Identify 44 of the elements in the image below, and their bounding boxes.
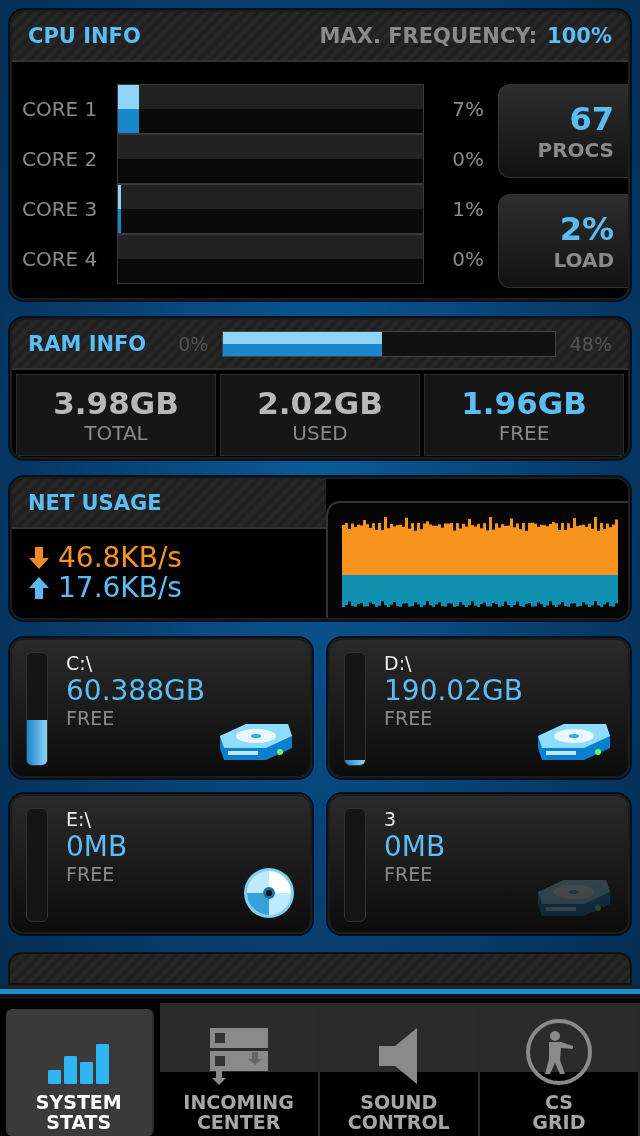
panel-title: CPU INFO bbox=[28, 24, 141, 48]
stat-label: PROCS bbox=[537, 138, 614, 162]
drive-free-label: FREE bbox=[384, 862, 434, 885]
drive-free-label: FREE bbox=[66, 706, 116, 729]
frequency-label: MAX. FREQUENCY: bbox=[319, 24, 538, 48]
upload-arrow-icon bbox=[28, 575, 50, 600]
tab[interactable]: SYSTEM STATS bbox=[6, 1009, 154, 1136]
tab[interactable]: INCOMING CENTER bbox=[159, 1003, 320, 1136]
drive-name: 3 bbox=[384, 807, 398, 830]
ram-label: FREE bbox=[498, 420, 550, 445]
core-label: CORE 3 bbox=[22, 197, 99, 221]
frequency-value: 100% bbox=[547, 24, 612, 48]
drive-name: D:\ bbox=[384, 651, 413, 674]
core-label: CORE 2 bbox=[22, 147, 99, 171]
drive-name: E:\ bbox=[66, 807, 92, 830]
drive-free-space: 0MB bbox=[66, 829, 128, 863]
core-label: CORE 1 bbox=[22, 97, 99, 121]
stat-label: LOAD bbox=[553, 248, 614, 272]
stat-value: 2% bbox=[559, 210, 614, 248]
core-percent: 0% bbox=[451, 247, 484, 271]
core-percent: 7% bbox=[451, 97, 484, 121]
server-stack-icon bbox=[207, 1026, 270, 1086]
tab[interactable]: SOUND CONTROL bbox=[319, 1003, 480, 1136]
drive-free-label: FREE bbox=[66, 862, 116, 885]
person-circle-icon bbox=[524, 1018, 593, 1086]
drive-free-space: 190.02GB bbox=[384, 673, 523, 707]
tab[interactable]: CS GRID bbox=[479, 1003, 640, 1136]
download-arrow-icon bbox=[28, 545, 50, 570]
drive-free-space: 0MB bbox=[384, 829, 446, 863]
panel-title: NET USAGE bbox=[28, 490, 162, 515]
signal-bars-icon bbox=[45, 1042, 112, 1086]
ram-value: 1.96GB bbox=[461, 384, 587, 421]
ram-value: 2.02GB bbox=[257, 384, 383, 421]
drive-free-space: 60.388GB bbox=[66, 673, 205, 707]
core-percent: 1% bbox=[451, 197, 484, 221]
drive-free-label: FREE bbox=[384, 706, 434, 729]
core-percent: 0% bbox=[451, 147, 484, 171]
panel-title: RAM INFO bbox=[28, 331, 147, 356]
drive-name: C:\ bbox=[66, 651, 94, 674]
core-label: CORE 4 bbox=[22, 247, 99, 271]
ram-label: USED bbox=[292, 420, 348, 445]
ram-value: 3.98GB bbox=[53, 384, 179, 421]
stat-value: 67 bbox=[569, 100, 614, 138]
ram-label: TOTAL bbox=[84, 420, 148, 445]
